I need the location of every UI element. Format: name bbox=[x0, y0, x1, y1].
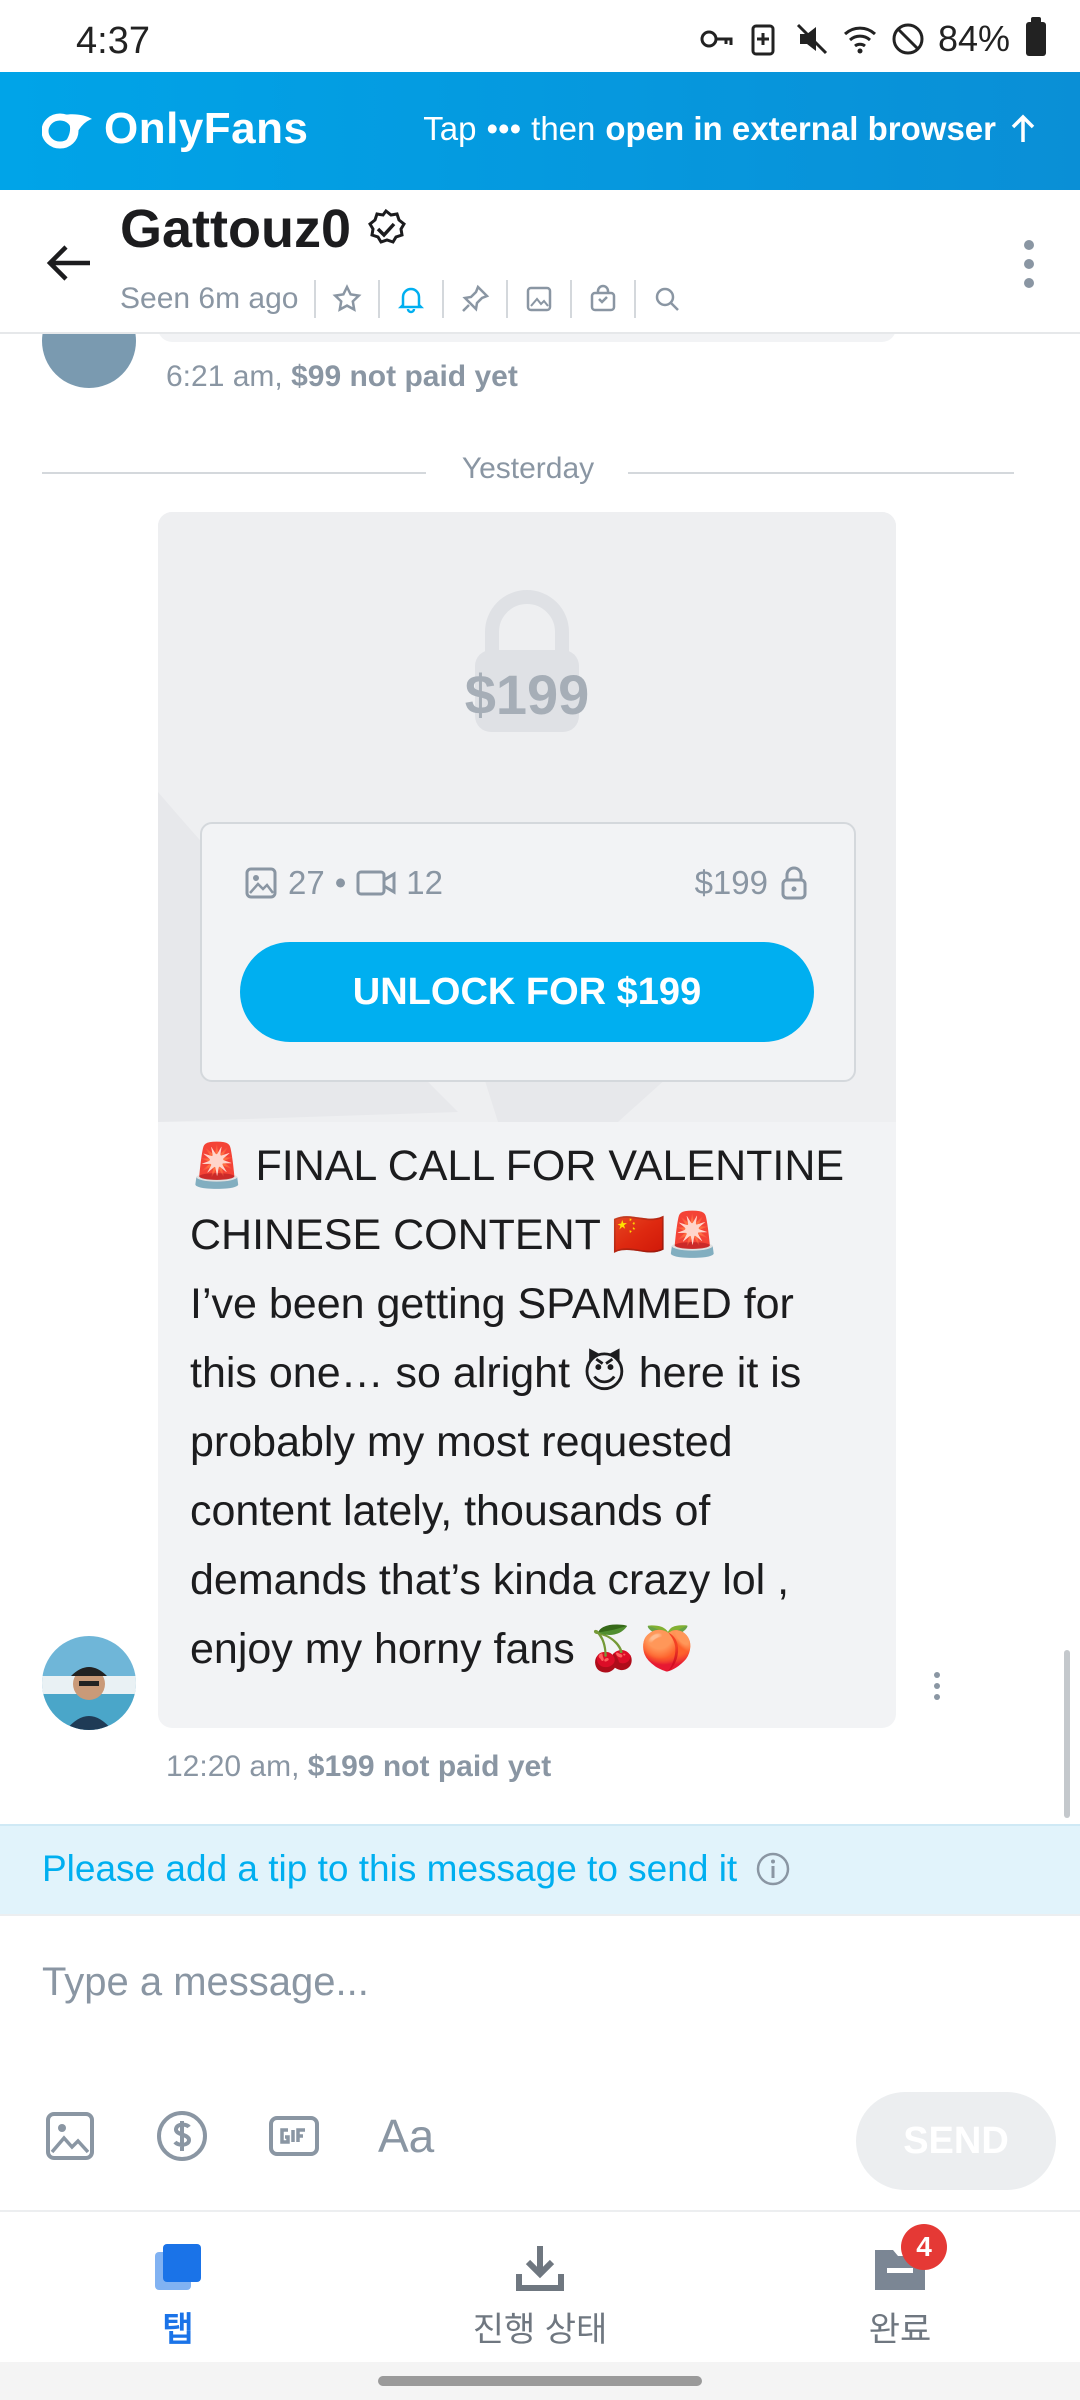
last-seen: Seen 6m ago bbox=[120, 282, 299, 315]
back-arrow-icon[interactable] bbox=[44, 238, 94, 288]
onlyfans-logo-icon bbox=[42, 113, 92, 149]
bottom-navigation: 탭 진행 상태 4 완료 bbox=[0, 2210, 1080, 2362]
media-price: $199 bbox=[695, 864, 808, 902]
vpn-key-icon bbox=[700, 30, 733, 48]
message-list[interactable]: 6:21 am, $99 not paid yet Yesterday $199… bbox=[0, 334, 1080, 1824]
browser-hint: Tap ••• then open in external browser bbox=[423, 110, 1040, 148]
username-text: Gattouz0 bbox=[120, 199, 352, 259]
nav-done[interactable]: 4 완료 bbox=[800, 2224, 1000, 2351]
composer-tools: Aa bbox=[42, 2108, 434, 2164]
nav-done-label: 완료 bbox=[868, 2311, 932, 2349]
home-indicator[interactable] bbox=[0, 2362, 1080, 2400]
avatar-image bbox=[42, 1636, 136, 1730]
tabs-icon bbox=[155, 2244, 201, 2290]
separator-dot: • bbox=[334, 864, 347, 901]
message-status: $199 not paid yet bbox=[307, 1750, 552, 1783]
scrollbar[interactable] bbox=[1064, 1650, 1070, 1818]
status-bar: 4:37 84% bbox=[0, 0, 1080, 72]
locked-price: $199 bbox=[464, 663, 590, 726]
search-icon[interactable] bbox=[652, 284, 682, 314]
brand-name: OnlyFans bbox=[104, 104, 309, 153]
nav-tab-label: 탭 bbox=[162, 2311, 194, 2349]
hint-action: open in external browser bbox=[605, 110, 996, 147]
locked-media-preview: $199 27 • 12 $199 UNLOCK FOR $199 bbox=[158, 512, 896, 1122]
hint-then: then bbox=[531, 110, 596, 147]
previous-message-meta: 6:21 am, $99 not paid yet bbox=[166, 360, 518, 394]
day-divider: Yesterday bbox=[42, 452, 1014, 492]
video-icon bbox=[356, 870, 396, 896]
previous-message-time: 6:21 am, bbox=[166, 360, 283, 393]
info-icon[interactable] bbox=[755, 1851, 791, 1887]
small-lock-icon bbox=[781, 866, 807, 900]
battery-icon bbox=[1026, 17, 1046, 56]
add-price-icon[interactable] bbox=[154, 2108, 210, 2164]
divider bbox=[442, 280, 445, 318]
divider bbox=[378, 280, 381, 318]
message-text: 🚨 FINAL CALL FOR VALENTINE CHINESE CONTE… bbox=[190, 1142, 845, 1673]
message-time: 12:20 am, bbox=[166, 1750, 300, 1783]
nav-tab[interactable]: 탭 bbox=[78, 2240, 278, 2351]
video-count: 12 bbox=[406, 864, 443, 901]
more-dots-icon: ••• bbox=[486, 110, 522, 147]
divider bbox=[314, 280, 317, 318]
open-in-browser-banner[interactable]: OnlyFans Tap ••• then open in external b… bbox=[0, 72, 1080, 190]
ppv-message-bubble: $199 27 • 12 $199 UNLOCK FOR $199 🚨 FINA… bbox=[158, 512, 896, 1728]
send-button[interactable]: SEND bbox=[856, 2092, 1056, 2190]
folder-icon: 4 bbox=[873, 2224, 947, 2294]
divider-line-right bbox=[628, 472, 1014, 474]
battery-saver-icon bbox=[751, 24, 775, 56]
message-composer: Aa SEND bbox=[0, 1914, 1080, 2210]
chat-username[interactable]: Gattouz0 bbox=[120, 198, 407, 260]
onlyfans-logo: OnlyFans bbox=[42, 104, 309, 154]
pin-icon[interactable] bbox=[460, 284, 490, 314]
message-input[interactable] bbox=[42, 1952, 1038, 2012]
status-time: 4:37 bbox=[76, 20, 150, 62]
text-format-button[interactable]: Aa bbox=[378, 2108, 434, 2164]
wifi-icon bbox=[843, 26, 876, 54]
photo-icon bbox=[245, 867, 277, 899]
day-divider-label: Yesterday bbox=[461, 452, 595, 485]
previous-message-status: $99 not paid yet bbox=[291, 360, 518, 393]
mute-icon bbox=[796, 23, 827, 55]
attach-image-icon[interactable] bbox=[42, 2108, 98, 2164]
media-price-value: $199 bbox=[694, 864, 768, 901]
chat-subheader: Seen 6m ago bbox=[120, 280, 682, 318]
nav-progress[interactable]: 진행 상태 bbox=[440, 2240, 640, 2351]
media-counts: 27 • 12 bbox=[244, 864, 443, 902]
verified-badge-icon bbox=[368, 208, 406, 244]
tip-notice: Please add a tip to this message to send… bbox=[0, 1824, 1080, 1914]
more-options-icon[interactable] bbox=[1024, 240, 1036, 288]
message-options-icon[interactable] bbox=[934, 1672, 942, 1702]
chat-header: Gattouz0 Seen 6m ago bbox=[0, 190, 1080, 334]
notification-badge: 4 bbox=[901, 2224, 947, 2270]
gif-icon[interactable] bbox=[266, 2108, 322, 2164]
avatar[interactable] bbox=[42, 1636, 136, 1730]
previous-message-bubble bbox=[158, 334, 896, 342]
tip-notice-text: Please add a tip to this message to send… bbox=[42, 1848, 738, 1889]
photo-count: 27 bbox=[288, 864, 325, 901]
do-not-disturb-icon bbox=[892, 23, 924, 55]
download-icon bbox=[516, 2246, 564, 2291]
status-icons: 84% bbox=[698, 17, 1046, 60]
star-icon[interactable] bbox=[332, 284, 362, 314]
divider bbox=[506, 280, 509, 318]
battery-percent: 84% bbox=[937, 18, 1010, 59]
unlock-button[interactable]: UNLOCK FOR $199 bbox=[240, 942, 814, 1042]
divider bbox=[634, 280, 637, 318]
divider bbox=[570, 280, 573, 318]
bell-icon[interactable] bbox=[396, 284, 426, 314]
shopping-bag-icon[interactable] bbox=[588, 284, 618, 314]
previous-avatar bbox=[42, 334, 136, 388]
arrow-up-icon bbox=[1011, 114, 1035, 142]
image-gallery-icon[interactable] bbox=[524, 284, 554, 314]
media-info-box: 27 • 12 $199 UNLOCK FOR $199 bbox=[200, 822, 856, 1082]
message-meta: 12:20 am, $199 not paid yet bbox=[166, 1750, 551, 1784]
nav-progress-label: 진행 상태 bbox=[472, 2311, 608, 2349]
hint-tap: Tap bbox=[423, 110, 477, 147]
